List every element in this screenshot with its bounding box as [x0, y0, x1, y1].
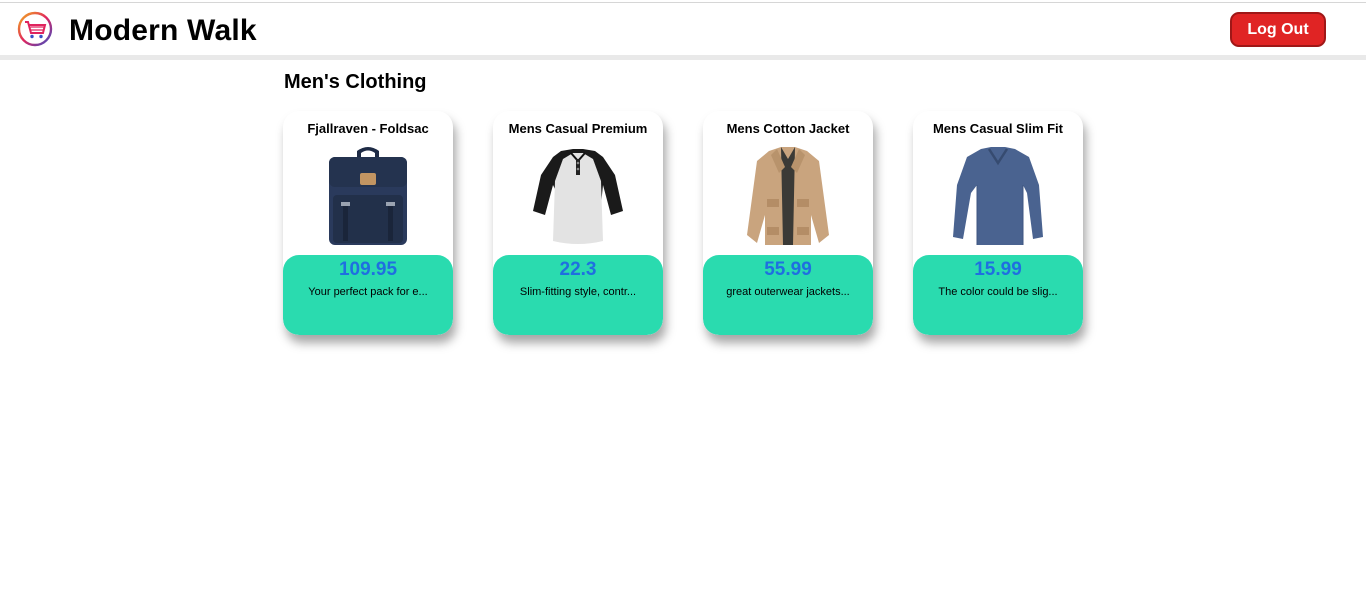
backpack-image [329, 147, 407, 245]
product-price: 15.99 [974, 259, 1022, 280]
product-title: Mens Casual Slim Fit [932, 121, 1064, 136]
product-price: 55.99 [764, 259, 812, 280]
product-info: 15.99 The color could be slig... [913, 255, 1083, 335]
product-price: 22.3 [559, 259, 597, 280]
raglan-tshirt-image [533, 149, 623, 244]
cotton-jacket-image [747, 147, 829, 245]
product-description: Your perfect pack for e... [308, 286, 428, 298]
logout-button[interactable]: Log Out [1230, 12, 1326, 47]
product-card[interactable]: Mens Casual Slim Fit 15.99 The color cou… [913, 111, 1083, 335]
product-title: Mens Cotton Jacket [726, 121, 850, 136]
product-description: great outerwear jackets... [726, 286, 850, 298]
header: Modern Walk Log Out [0, 3, 1366, 55]
product-info: 109.95 Your perfect pack for e... [283, 255, 453, 335]
slim-fit-shirt-image [953, 147, 1043, 245]
product-card[interactable]: Mens Casual Premium 22.3 Slim-fitting st… [493, 111, 663, 335]
product-card[interactable]: Fjallraven - Foldsac 109.95 Your perfect… [283, 111, 453, 335]
product-title: Fjallraven - Foldsac [307, 121, 429, 136]
shopping-cart-icon[interactable] [17, 11, 53, 47]
header-divider [0, 55, 1366, 60]
brand-title[interactable]: Modern Walk [69, 13, 257, 49]
product-description: Slim-fitting style, contr... [519, 286, 637, 298]
product-info: 22.3 Slim-fitting style, contr... [493, 255, 663, 335]
product-description: The color could be slig... [938, 286, 1058, 298]
product-price: 109.95 [338, 259, 398, 280]
section-title: Men's Clothing [284, 71, 427, 93]
product-info: 55.99 great outerwear jackets... [703, 255, 873, 335]
product-title: Mens Casual Premium [508, 121, 648, 136]
product-card[interactable]: Mens Cotton Jacket 55.99 great outerwear… [703, 111, 873, 335]
